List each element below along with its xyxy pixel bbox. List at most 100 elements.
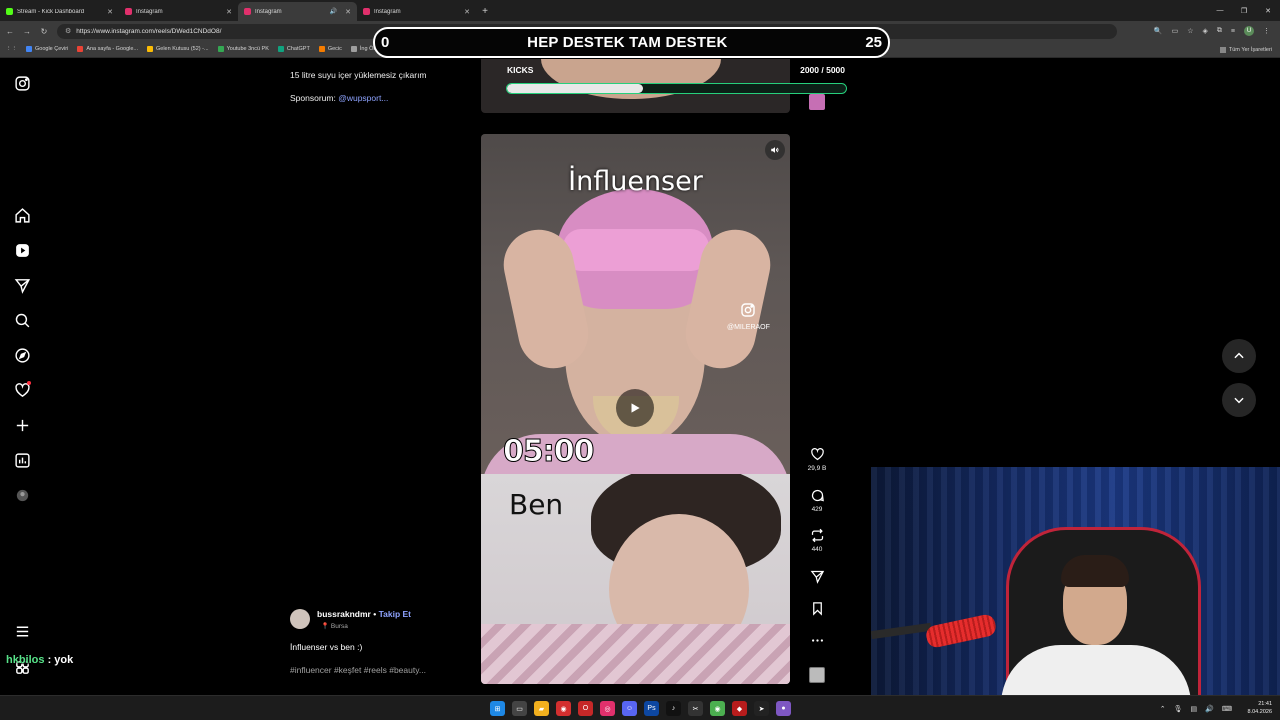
taskbar-clock[interactable]: 21:41 8.04.2026 [1248,700,1272,716]
author-avatar[interactable] [290,609,310,629]
close-tab-icon[interactable]: ✕ [226,8,232,16]
send-app-icon[interactable]: ➤ [754,701,769,716]
dashboard-icon[interactable] [12,450,32,470]
zoom-icon[interactable]: 🔍 [1154,27,1163,35]
reel-hashtags[interactable]: #influencer #keşfet #reels #beauty... [290,665,426,675]
profile-avatar-icon[interactable] [12,485,32,505]
discord-icon[interactable]: ☺ [622,701,637,716]
tab-instagram-3[interactable]: Instagram ✕ [357,2,476,21]
task-view-icon[interactable]: ▭ [512,701,527,716]
chrome-icon[interactable]: ◉ [710,701,725,716]
minimize-icon[interactable]: — [1208,0,1232,21]
author-username[interactable]: bussrakndmr [317,609,371,619]
mic-tray-icon[interactable]: 🎙 [1174,705,1183,713]
reel-caption: İnfluenser vs ben :) [290,642,363,652]
chrome-red-icon[interactable]: ◉ [556,701,571,716]
capcut-icon[interactable]: ✂ [688,701,703,716]
instagram-favicon-icon [125,8,132,15]
url-text: https://www.instagram.com/reels/DWed1CND… [76,27,222,35]
comment-button[interactable]: 429 [802,488,832,513]
repost-icon [811,528,823,543]
goal-left-value: 0 [381,34,390,51]
explore-icon[interactable] [12,345,32,365]
more-options-button[interactable] [802,633,832,648]
close-tab-icon[interactable]: ✕ [107,8,113,16]
opera-icon[interactable]: O [578,701,593,716]
volume-icon[interactable]: 🔊 [1205,705,1214,713]
close-window-icon[interactable]: ✕ [1256,0,1280,21]
profile-avatar[interactable]: U [1244,26,1254,36]
sponsor-mention-link[interactable]: @wupsport... [338,93,388,103]
previous-audio-thumbnail[interactable] [809,94,825,110]
tiktok-icon[interactable]: ♪ [666,701,681,716]
play-button[interactable] [616,389,654,427]
all-bookmarks[interactable]: Tüm Yer İşaretleri [1219,41,1272,58]
repost-button[interactable]: 440 [802,528,832,553]
tab-instagram-1[interactable]: Instagram ✕ [119,2,238,21]
reels-icon[interactable] [12,240,32,260]
bookmark-item[interactable]: ChatGPT [277,46,310,52]
comment-icon [811,489,824,502]
previous-reel-button[interactable] [1222,339,1256,373]
like-button[interactable]: 29,9 B [802,447,832,472]
new-tab-button[interactable]: + [476,2,494,21]
goal-title: HEP DESTEK TAM DESTEK [527,34,728,51]
maximize-icon[interactable]: ❐ [1232,0,1256,21]
instagram-favicon-icon [363,8,370,15]
search-icon[interactable] [12,310,32,330]
more-menu-icon[interactable] [12,621,32,641]
menu-icon[interactable]: ⋮ [1263,27,1270,35]
file-explorer-icon[interactable]: ▰ [534,701,549,716]
close-tab-icon[interactable]: ✕ [345,8,351,16]
speaker-icon[interactable]: 🔊 [330,8,337,15]
author-location[interactable]: 📍 Bursa [321,622,348,630]
bookmark-item[interactable]: Youtube 3ncü PK [217,46,269,52]
location-pin-icon: 📍 [321,623,330,630]
bookmark-label: Gelen Kutusu (52) -... [156,46,209,52]
tab-kick-dashboard[interactable]: Stream - Kick Dashboard ✕ [0,2,119,21]
messages-icon[interactable] [12,275,32,295]
share-button[interactable] [802,569,832,584]
bookmark-label: Gecic [327,46,342,52]
next-reel-button[interactable] [1222,383,1256,417]
extension-icon[interactable]: ◈ [1203,27,1208,35]
obs-icon[interactable]: ● [776,701,791,716]
reel-video[interactable]: İnfluenser @MILERAOF 05:00 Ben [481,134,790,684]
forward-icon[interactable]: → [20,21,34,41]
site-info-icon[interactable]: ⚙ [65,27,71,35]
brave-icon[interactable]: ◆ [732,701,747,716]
tab-instagram-active[interactable]: Instagram 🔊 ✕ [238,2,357,21]
puzzle-icon[interactable]: ⧉ [1217,27,1222,35]
kicks-label: KICKS [507,65,534,75]
author-separator: • [370,609,379,619]
comment-count: 429 [811,506,823,513]
instagram-app-icon[interactable]: ◎ [600,701,615,716]
bookmark-item[interactable]: Gelen Kutusu (52) -... [147,46,209,52]
network-icon[interactable]: ▤ [1191,705,1198,713]
bookmark-item[interactable]: Gecic [318,46,342,52]
bookmark-label: Youtube 3ncü PK [226,46,269,52]
create-plus-icon[interactable] [12,415,32,435]
bookmark-item[interactable]: Google Çeviri [26,46,68,52]
start-windows-icon[interactable]: ⊞ [490,701,505,716]
close-tab-icon[interactable]: ✕ [464,8,470,16]
bookmark-label: Google Çeviri [35,46,69,52]
bookmark-item[interactable]: Ana sayfa - Google... [77,46,138,52]
tray-chevron-icon[interactable]: ⌃ [1160,705,1166,713]
photoshop-icon[interactable]: Ps [644,701,659,716]
audio-thumbnail[interactable] [809,667,825,683]
mute-toggle-button[interactable] [765,140,785,160]
reload-icon[interactable]: ↻ [37,21,51,41]
home-icon[interactable] [12,205,32,225]
apps-icon[interactable]: ⋮⋮ [6,46,17,52]
save-button[interactable] [802,601,832,616]
media-icon[interactable]: ≡ [1231,28,1235,35]
follow-button[interactable]: Takip Et [379,609,411,619]
language-icon[interactable]: ⌨ [1222,705,1232,713]
instagram-logo-icon[interactable] [12,73,32,93]
bookmark-favicon-icon [217,46,224,52]
cast-icon[interactable]: ▭ [1172,27,1179,35]
star-icon[interactable]: ☆ [1187,27,1193,35]
notifications-heart-icon[interactable] [12,380,32,400]
back-icon[interactable]: ← [3,21,17,41]
